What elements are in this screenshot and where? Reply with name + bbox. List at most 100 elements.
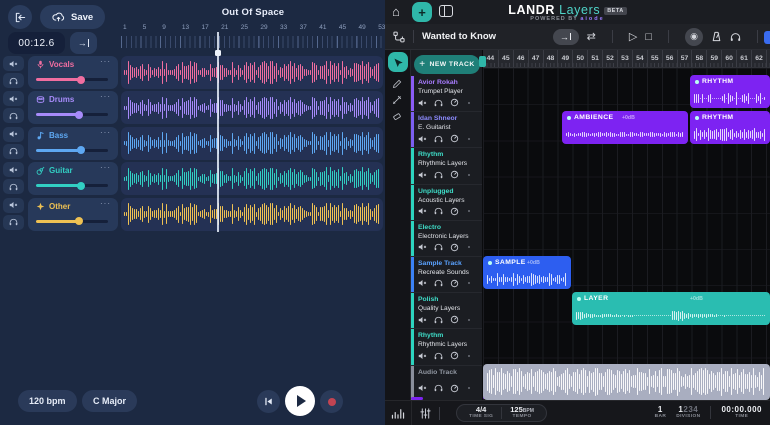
stem-card[interactable]: Bass ···: [28, 127, 118, 160]
volume-slider[interactable]: [36, 149, 108, 152]
headphones-button[interactable]: [3, 179, 24, 194]
stop-icon[interactable]: □: [645, 31, 652, 43]
stem-card[interactable]: Vocals ···: [28, 56, 118, 89]
mute-button[interactable]: [418, 171, 427, 179]
layer-track-row[interactable]: Audio Track: [411, 366, 482, 401]
headphones-button[interactable]: [434, 99, 443, 107]
headphones-button[interactable]: [3, 73, 24, 88]
key-pill[interactable]: C Major: [82, 390, 137, 412]
levels-icon[interactable]: [391, 407, 405, 419]
stem-waveform-lane[interactable]: [121, 198, 383, 231]
left-timeline-ruler[interactable]: 1591317212529333741454953: [121, 22, 384, 52]
stem-waveform-lane[interactable]: [121, 127, 383, 160]
volume-slider[interactable]: [36, 113, 108, 116]
slider-knob[interactable]: [77, 182, 85, 190]
bpm-pill[interactable]: 120 bpm: [18, 390, 77, 412]
save-button[interactable]: Save: [40, 5, 105, 29]
volume-slider[interactable]: [36, 184, 108, 187]
headphones-button[interactable]: [434, 384, 443, 392]
stem-card[interactable]: Drums ···: [28, 91, 118, 124]
mute-button[interactable]: [418, 352, 427, 360]
layer-track-row[interactable]: Idan Shneor E. Guitarist: [411, 112, 482, 148]
audio-clip[interactable]: SAMPLE +0dB: [483, 256, 571, 289]
pan-knob[interactable]: [450, 279, 459, 288]
headphones-button[interactable]: [434, 171, 443, 179]
headphones-button[interactable]: [3, 144, 24, 159]
project-title[interactable]: Wanted to Know: [422, 31, 496, 42]
layer-track-row[interactable]: Polish Quality Layers: [411, 293, 482, 329]
pan-knob[interactable]: [450, 315, 459, 324]
mute-button[interactable]: [418, 316, 427, 324]
mute-button[interactable]: [418, 99, 427, 107]
audio-clip[interactable]: LAYER +0dB: [572, 292, 770, 325]
skip-to-start-button[interactable]: [257, 390, 280, 413]
mute-button[interactable]: [3, 91, 24, 106]
play-outline-icon[interactable]: ▷: [629, 30, 637, 43]
mute-button[interactable]: [3, 127, 24, 142]
track-menu-button[interactable]: ···: [100, 57, 111, 66]
pan-knob[interactable]: [450, 207, 459, 216]
mute-button[interactable]: [418, 243, 427, 251]
slider-knob[interactable]: [77, 76, 85, 84]
slider-knob[interactable]: [75, 217, 83, 225]
mute-button[interactable]: [3, 56, 24, 71]
eraser-tool[interactable]: [392, 111, 402, 121]
bar-ruler[interactable]: 4445464748495051525354555657585960616263: [483, 50, 770, 68]
headphones-button[interactable]: [3, 108, 24, 123]
mute-button[interactable]: [418, 384, 427, 392]
audio-clip[interactable]: AMBIENCE +0dB: [562, 111, 688, 144]
stem-card[interactable]: Guitar ···: [28, 162, 118, 195]
playhead[interactable]: [217, 32, 219, 232]
headphones-button[interactable]: [434, 279, 443, 287]
time-signature[interactable]: 4/4 TIME SIG: [461, 406, 501, 420]
layer-track-row[interactable]: Unplugged Acoustic Layers: [411, 185, 482, 221]
mute-button[interactable]: [3, 198, 24, 213]
headphones-button[interactable]: [434, 316, 443, 324]
hidden-panel-button[interactable]: [764, 31, 770, 44]
headphones-button[interactable]: [434, 243, 443, 251]
timeline-playhead-handle[interactable]: [479, 56, 486, 67]
pencil-tool[interactable]: [392, 79, 402, 89]
new-track-button[interactable]: + NEW TRACK: [414, 55, 480, 74]
stem-waveform-lane[interactable]: [121, 162, 383, 195]
audio-clip[interactable]: RHYTHM: [690, 75, 770, 108]
track-menu-button[interactable]: ···: [100, 92, 111, 101]
pan-knob[interactable]: [450, 134, 459, 143]
tempo-pill[interactable]: 4/4 TIME SIG 125BPM TEMPO: [456, 404, 547, 422]
headphones-button[interactable]: [434, 135, 443, 143]
volume-slider[interactable]: [36, 78, 108, 81]
mixer-icon[interactable]: [420, 408, 431, 419]
tempo[interactable]: 125BPM TEMPO: [502, 406, 542, 420]
headphones-button[interactable]: [434, 207, 443, 215]
pan-knob[interactable]: [450, 384, 459, 393]
slider-knob[interactable]: [77, 146, 85, 154]
versions-icon[interactable]: [393, 31, 405, 43]
layer-track-row[interactable]: Rhythm Rhythmic Layers: [411, 329, 482, 365]
layer-track-row[interactable]: Rhythm Rhythmic Layers: [411, 148, 482, 184]
volume-slider[interactable]: [36, 220, 108, 223]
jump-to-marker-button[interactable]: →: [70, 32, 97, 54]
track-menu-button[interactable]: ···: [100, 128, 111, 137]
arrangement-grid[interactable]: RHYTHM AMBIENCE +0dB RHYTHM SAMPLE +0dB …: [483, 68, 770, 400]
stem-waveform-lane[interactable]: [121, 91, 383, 124]
track-menu-button[interactable]: ···: [100, 163, 111, 172]
pan-knob[interactable]: [450, 98, 459, 107]
headphones-button[interactable]: [3, 215, 24, 230]
mute-button[interactable]: [418, 135, 427, 143]
stem-waveform-lane[interactable]: [121, 56, 383, 89]
audio-clip[interactable]: RHYTHM: [690, 111, 770, 144]
play-button[interactable]: [285, 386, 315, 416]
go-to-marker-button[interactable]: →: [553, 29, 579, 45]
stem-card[interactable]: Other ···: [28, 198, 118, 231]
record-button[interactable]: [320, 390, 343, 413]
exit-button[interactable]: [8, 5, 32, 29]
mute-button[interactable]: [3, 162, 24, 177]
slice-tool[interactable]: [392, 95, 402, 105]
pan-knob[interactable]: [450, 243, 459, 252]
spatial-audio-button[interactable]: ◉: [685, 28, 703, 46]
cursor-tool-selected[interactable]: [388, 52, 408, 72]
mute-button[interactable]: [418, 207, 427, 215]
metronome-icon[interactable]: [711, 31, 722, 42]
layer-track-row[interactable]: Sample Track Recreate Sounds: [411, 257, 482, 293]
layer-track-row[interactable]: Avior Rokah Trumpet Player: [411, 76, 482, 112]
